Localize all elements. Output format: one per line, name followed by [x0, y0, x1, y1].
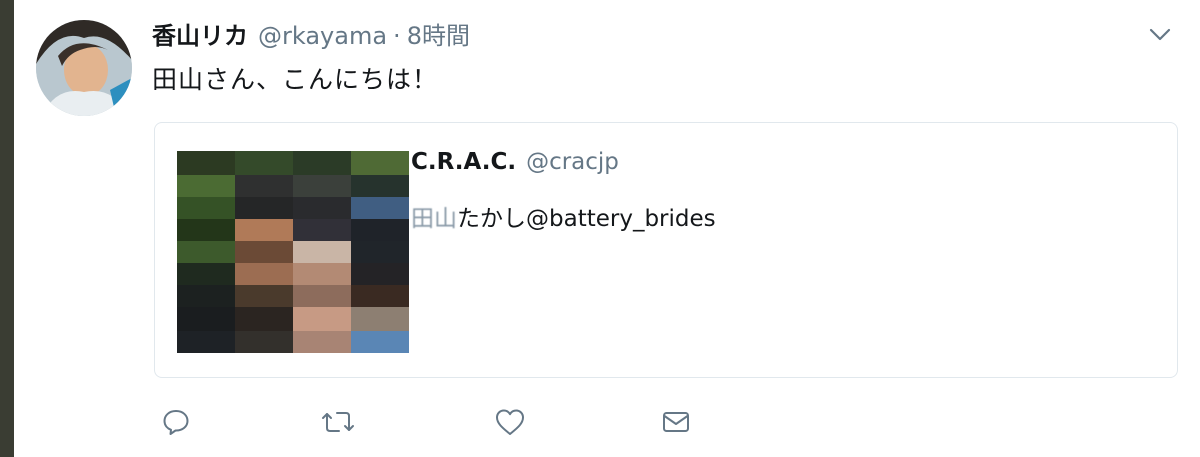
- avatar-image: [36, 20, 132, 116]
- quoted-tweet-image[interactable]: [177, 151, 409, 353]
- chevron-down-icon[interactable]: [1146, 20, 1174, 48]
- quoted-tweet-header: C.R.A.C. @cracjp: [411, 149, 619, 175]
- quoted-text-blurred: 田山: [411, 206, 457, 232]
- quoted-username[interactable]: @cracjp: [526, 149, 619, 175]
- left-edge-bar: [0, 0, 14, 457]
- separator-dot: ·: [393, 22, 401, 50]
- envelope-icon[interactable]: [656, 402, 696, 442]
- retweet-icon[interactable]: [318, 402, 358, 442]
- tweet-text: 田山さん、こんにちは！: [152, 65, 439, 94]
- quoted-display-name[interactable]: C.R.A.C.: [411, 149, 516, 175]
- tweet[interactable]: 香山リカ @rkayama · 8時間 田山さん、こんにちは！ C.R.A.C.…: [14, 0, 1200, 457]
- avatar[interactable]: [36, 20, 132, 116]
- quoted-tweet-card[interactable]: C.R.A.C. @cracjp 田山たかし@battery_brides: [154, 122, 1178, 378]
- timestamp[interactable]: 8時間: [407, 16, 470, 51]
- quoted-tweet-text: 田山たかし@battery_brides: [411, 199, 716, 233]
- heart-icon[interactable]: [490, 402, 530, 442]
- display-name[interactable]: 香山リカ: [152, 16, 248, 51]
- reply-icon[interactable]: [156, 402, 196, 442]
- tweet-header: 香山リカ @rkayama · 8時間: [152, 16, 470, 52]
- quoted-text-rest: たかし@battery_brides: [457, 206, 716, 232]
- username[interactable]: @rkayama: [258, 22, 387, 50]
